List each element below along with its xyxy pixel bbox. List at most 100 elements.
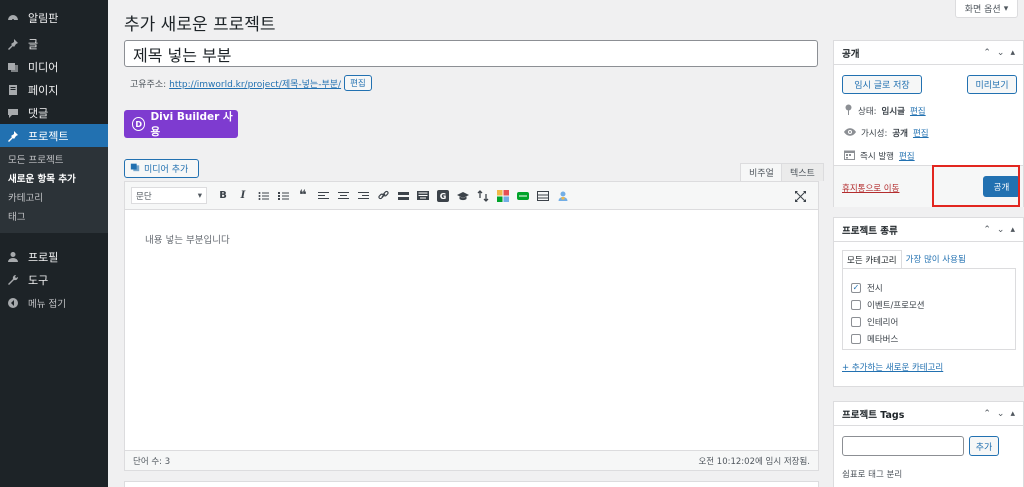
tab-all-categories[interactable]: 모든 카테고리: [842, 250, 902, 269]
submenu-add-new[interactable]: 새로운 항목 추가: [0, 170, 108, 189]
chevron-up-icon[interactable]: ⌃: [983, 409, 991, 419]
link-icon[interactable]: [375, 188, 391, 204]
sidebar-item-label: 미디어: [28, 60, 59, 74]
screen-options-label: 화면 옵션: [964, 5, 1001, 15]
tags-box-title: 프로젝트 Tags: [842, 409, 905, 421]
category-label: 이벤트/프로모션: [867, 300, 925, 311]
category-checkbox[interactable]: [851, 299, 861, 310]
add-tag-button[interactable]: 추가: [969, 436, 999, 456]
numbered-list-icon[interactable]: [275, 188, 291, 204]
move-to-trash-link[interactable]: 휴지통으로 이동: [842, 182, 899, 194]
chevron-down-icon[interactable]: ⌄: [997, 225, 1005, 235]
editor-content[interactable]: 내용 넣는 부분입니다: [125, 210, 818, 268]
blockquote-icon[interactable]: ❝: [295, 188, 311, 204]
tag-input[interactable]: [842, 436, 964, 456]
plugin-g-icon[interactable]: G: [435, 188, 451, 204]
tab-text[interactable]: 텍스트: [781, 163, 824, 181]
sidebar-item-label: 도구: [28, 273, 49, 287]
divi-logo-icon: D: [132, 117, 146, 131]
graduation-cap-icon[interactable]: [455, 188, 471, 204]
sidebar-item-label: 페이지: [28, 83, 59, 97]
fullscreen-icon[interactable]: [792, 188, 808, 204]
align-center-icon[interactable]: [335, 188, 351, 204]
tab-visual[interactable]: 비주얼: [740, 163, 783, 181]
chevron-down-icon[interactable]: ⌄: [997, 48, 1005, 58]
italic-icon[interactable]: I: [235, 188, 251, 204]
sidebar-item-projects[interactable]: 프로젝트: [0, 124, 108, 147]
tab-most-used[interactable]: 가장 많이 사용됨: [902, 250, 970, 269]
submenu-all-projects[interactable]: 모든 프로젝트: [0, 151, 108, 170]
preview-button[interactable]: 미리보기: [967, 75, 1017, 94]
permalink-edit-button[interactable]: 편집: [344, 75, 372, 91]
sidebar-item-media[interactable]: 미디어: [0, 55, 108, 78]
align-right-icon[interactable]: [355, 188, 371, 204]
read-more-icon[interactable]: [395, 188, 411, 204]
category-checkbox[interactable]: [851, 333, 861, 344]
submenu-categories[interactable]: 카테고리: [0, 189, 108, 208]
tags-box-header: 프로젝트 Tags ⌃ ⌄ ▴: [834, 402, 1023, 426]
color-blocks-icon[interactable]: [495, 188, 511, 204]
schedule-edit-link[interactable]: 편집: [899, 150, 915, 162]
list-item[interactable]: 메타버스: [843, 330, 1015, 347]
user-icon: [6, 250, 20, 264]
upload-download-icon[interactable]: [475, 188, 491, 204]
chevron-down-icon[interactable]: ⌄: [997, 409, 1005, 419]
list-item[interactable]: ✓ 전시: [843, 279, 1015, 296]
caret-up-icon[interactable]: ▴: [1010, 48, 1015, 58]
sidebar-item-comments[interactable]: 댓글: [0, 101, 108, 124]
sidebar-item-pages[interactable]: 페이지: [0, 78, 108, 101]
bold-icon[interactable]: B: [215, 188, 231, 204]
bullet-list-icon[interactable]: [255, 188, 271, 204]
button-shortcode-icon[interactable]: [515, 188, 531, 204]
screen-options-button[interactable]: 화면 옵션 ▾: [955, 0, 1018, 18]
sidebar-item-label: 프로젝트: [28, 129, 69, 143]
sidebar-item-label: 알림판: [28, 11, 59, 25]
add-media-label: 미디어 추가: [144, 165, 189, 175]
sidebar-item-profile[interactable]: 프로필: [0, 245, 108, 268]
table-icon[interactable]: [535, 188, 551, 204]
lock-user-icon[interactable]: [555, 188, 571, 204]
save-draft-button[interactable]: 임시 글로 저장: [842, 75, 922, 94]
sidebar-item-label: 프로필: [28, 250, 59, 264]
page-icon: [6, 83, 20, 97]
next-metabox: [124, 481, 819, 487]
chevron-up-icon[interactable]: ⌃: [983, 48, 991, 58]
align-left-icon[interactable]: [315, 188, 331, 204]
caret-up-icon[interactable]: ▴: [1010, 409, 1015, 419]
keyboard-icon[interactable]: [415, 188, 431, 204]
category-label: 메타버스: [867, 334, 899, 345]
list-item[interactable]: 인테리어: [843, 313, 1015, 330]
categories-box-title: 프로젝트 종류: [842, 225, 898, 237]
chevron-up-icon[interactable]: ⌃: [983, 225, 991, 235]
submenu-tags[interactable]: 태그: [0, 208, 108, 227]
visibility-edit-link[interactable]: 편집: [913, 127, 929, 139]
caret-up-icon[interactable]: ▴: [1010, 225, 1015, 235]
divi-builder-button[interactable]: D Divi Builder 사용: [124, 110, 238, 138]
tag-hint: 쉼표로 태그 분리: [842, 470, 903, 480]
permalink-row: 고유주소: http://imworld.kr/project/제목-넣는-부분…: [130, 75, 372, 91]
sidebar-item-label: 메뉴 접기: [28, 298, 66, 310]
add-media-button[interactable]: 미디어 추가: [124, 159, 199, 178]
admin-sidebar: 알림판 글 미디어 페이지 댓글 프로젝트 모든 프로젝트 새로운 항목 추가 …: [0, 0, 108, 487]
publish-button[interactable]: 공개: [983, 176, 1020, 197]
divi-builder-label: Divi Builder 사용: [150, 111, 233, 138]
format-select[interactable]: 문단 ▾: [131, 187, 207, 204]
sidebar-collapse-menu[interactable]: 메뉴 접기: [0, 291, 108, 314]
projects-submenu: 모든 프로젝트 새로운 항목 추가 카테고리 태그: [0, 147, 108, 233]
sidebar-item-dashboard[interactable]: 알림판: [0, 6, 108, 29]
categories-box: 프로젝트 종류 ⌃ ⌄ ▴ 모든 카테고리 가장 많이 사용됨 ✓ 전시 이벤트…: [833, 217, 1024, 387]
media-icon: [130, 162, 140, 175]
visibility-label: 가시성:: [861, 129, 888, 139]
sidebar-item-tools[interactable]: 도구: [0, 268, 108, 291]
category-tabs: 모든 카테고리 가장 많이 사용됨: [842, 250, 970, 269]
category-checkbox[interactable]: ✓: [851, 282, 861, 293]
post-title-input[interactable]: [124, 40, 818, 67]
add-new-category-link[interactable]: + 추가하는 새로운 카테고리: [842, 361, 943, 373]
status-value: 임시글: [881, 107, 905, 117]
list-item[interactable]: 이벤트/프로모션: [843, 296, 1015, 313]
sidebar-item-posts[interactable]: 글: [0, 32, 108, 55]
permalink-link[interactable]: http://imworld.kr/project/제목-넣는-부분/: [169, 77, 341, 90]
status-edit-link[interactable]: 편집: [910, 105, 926, 117]
category-checkbox[interactable]: [851, 316, 861, 327]
pin-icon: [844, 104, 853, 118]
